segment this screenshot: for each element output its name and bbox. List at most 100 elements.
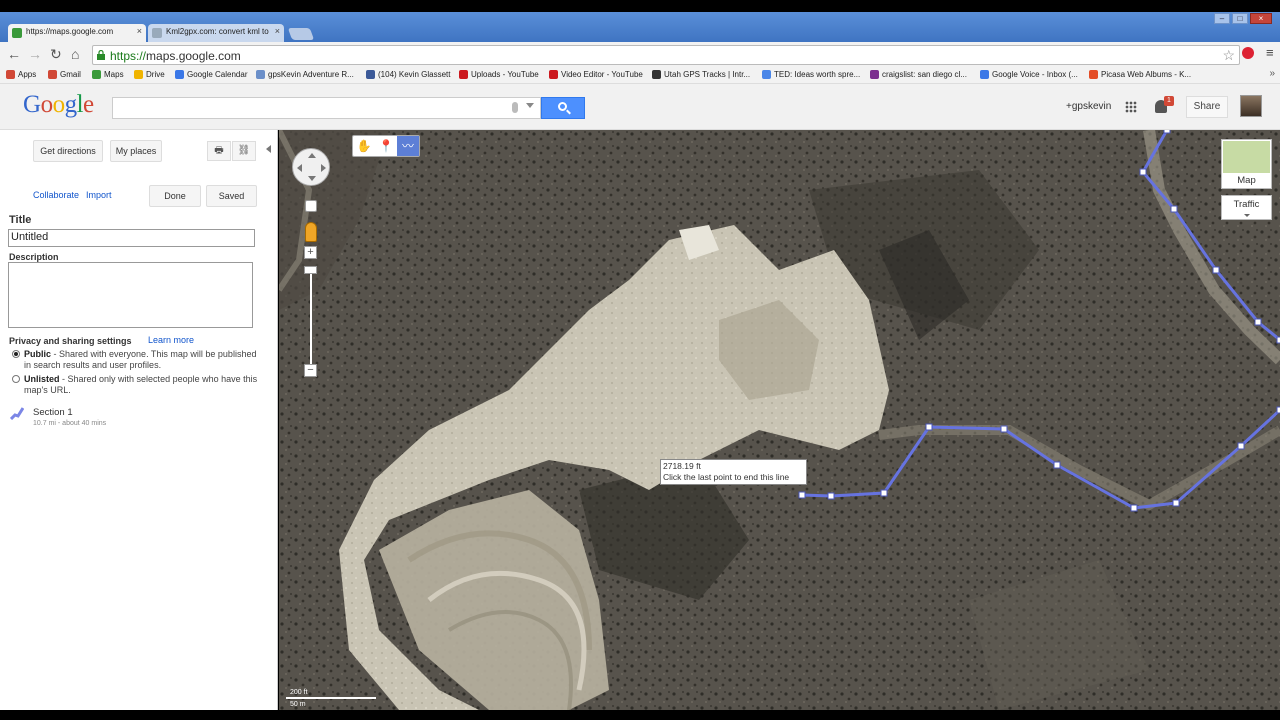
route-vertex	[1053, 461, 1061, 469]
saved-button[interactable]: Saved	[206, 185, 257, 207]
tab-close-icon[interactable]: ×	[137, 26, 142, 36]
close-window-button[interactable]: ×	[1250, 13, 1272, 24]
bookmark-item[interactable]: TED: Ideas worth spre...	[762, 70, 860, 79]
bookmark-item[interactable]: (104) Kevin Glassett	[366, 70, 450, 79]
tab-label: Kml2gpx.com: convert kml to	[166, 27, 269, 36]
link-icon[interactable]: ⛓	[232, 141, 256, 161]
bookmark-item[interactable]: Drive	[134, 70, 165, 79]
get-directions-button[interactable]: Get directions	[33, 140, 103, 162]
title-input[interactable]: Untitled	[8, 229, 255, 247]
map-thumbnail	[1223, 141, 1270, 173]
unlisted-option-text: Unlisted - Shared only with selected peo…	[24, 374, 258, 395]
pan-up-icon[interactable]	[308, 153, 316, 158]
bookmark-item[interactable]: Utah GPS Tracks | Intr...	[652, 70, 750, 79]
zoom-in-button[interactable]: +	[304, 246, 317, 259]
route-vertex	[925, 423, 933, 431]
pan-down-icon[interactable]	[308, 176, 316, 181]
import-link[interactable]: Import	[86, 190, 112, 200]
done-button[interactable]: Done	[149, 185, 201, 207]
google-logo[interactable]: Google	[23, 91, 94, 119]
pegman-icon[interactable]	[305, 222, 317, 242]
minimize-button[interactable]: –	[1214, 13, 1230, 24]
bookmark-item[interactable]: Picasa Web Albums - K...	[1089, 70, 1191, 79]
search-input[interactable]	[112, 97, 541, 119]
bookmark-label: Apps	[18, 70, 37, 79]
tooltip-distance: 2718.19 ft	[663, 461, 701, 471]
title-label: Title	[9, 214, 32, 226]
tab-label: https://maps.google.com	[26, 27, 114, 36]
section-distance: 10.7 mi - about 40 mins	[33, 420, 107, 427]
section-name[interactable]: Section 1	[33, 407, 73, 418]
tab-kml2gpx[interactable]: Kml2gpx.com: convert kml to ×	[148, 24, 284, 42]
my-maps-panel: Get directions My places 🖶 ⛓ Collaborate…	[0, 130, 278, 710]
avatar[interactable]	[1240, 95, 1262, 117]
collapse-panel-icon[interactable]	[266, 145, 271, 153]
address-bar[interactable]: https://maps.google.com ☆	[92, 45, 1240, 65]
bookmarks-more-icon[interactable]: »	[1269, 68, 1275, 79]
add-placemark-icon[interactable]: 📍	[375, 136, 397, 156]
bookmark-item[interactable]: Google Voice - Inbox (...	[980, 70, 1078, 79]
description-label: Description	[9, 252, 59, 262]
search-button[interactable]	[541, 97, 585, 119]
map-type-label: Map	[1237, 175, 1256, 186]
bookmark-favicon-icon	[48, 70, 57, 79]
bookmark-item[interactable]: Video Editor - YouTube	[549, 70, 643, 79]
description-textarea[interactable]	[8, 262, 253, 328]
measure-tooltip: 2718.19 ft Click the last point to end t…	[660, 459, 807, 485]
forward-arrow-icon[interactable]: →	[28, 47, 42, 61]
tooltip-hint: Click the last point to end this line	[663, 472, 790, 482]
route-vertex	[1170, 205, 1178, 213]
maximize-button[interactable]: □	[1232, 13, 1248, 24]
bookmark-label: Google Voice - Inbox (...	[992, 70, 1078, 79]
bookmark-label: Maps	[104, 70, 124, 79]
public-radio[interactable]	[12, 350, 20, 358]
screen: https://maps.google.com × Kml2gpx.com: c…	[0, 0, 1280, 720]
search-options-caret-icon[interactable]	[526, 103, 534, 108]
map-type-button[interactable]: Map	[1221, 139, 1272, 189]
window-controls: – □ ×	[1214, 13, 1272, 24]
hand-pan-icon[interactable]: ✋	[353, 136, 375, 156]
chrome-menu-icon[interactable]: ≡	[1266, 46, 1277, 59]
reload-icon[interactable]: ↻	[50, 47, 62, 61]
print-icon[interactable]: 🖶	[207, 141, 231, 161]
url-text: https://maps.google.com	[110, 49, 241, 63]
apps-grid-icon[interactable]	[1125, 101, 1137, 113]
pan-right-icon[interactable]	[321, 164, 326, 172]
my-places-button[interactable]: My places	[110, 140, 162, 162]
bookmark-item[interactable]: gpsKevin Adventure R...	[256, 70, 354, 79]
collaborate-link[interactable]: Collaborate	[33, 190, 79, 200]
share-button[interactable]: Share	[1186, 96, 1228, 118]
microphone-icon[interactable]	[512, 102, 518, 113]
zoom-slider-handle[interactable]	[304, 266, 317, 274]
new-tab-button[interactable]	[287, 28, 315, 40]
user-link[interactable]: +gpskevin	[1066, 101, 1111, 112]
unlisted-radio[interactable]	[12, 375, 20, 383]
notification-count-badge: 1	[1164, 96, 1174, 106]
bookmark-item[interactable]: Apps	[6, 70, 36, 79]
bookmark-favicon-icon	[256, 70, 265, 79]
tab-maps[interactable]: https://maps.google.com ×	[8, 24, 146, 42]
tab-close-icon[interactable]: ×	[275, 26, 280, 36]
back-arrow-icon[interactable]: ←	[7, 47, 21, 61]
locate-icon[interactable]	[305, 200, 317, 212]
draw-line-icon[interactable]: 〰	[397, 136, 419, 156]
bookmark-item[interactable]: Google Calendar	[175, 70, 247, 79]
pan-left-icon[interactable]	[297, 164, 302, 172]
bookmark-item[interactable]: craigslist: san diego cl...	[870, 70, 967, 79]
bookmark-item[interactable]: Gmail	[48, 70, 81, 79]
zoom-out-button[interactable]: −	[304, 364, 317, 377]
bookmark-item[interactable]: Uploads - YouTube	[459, 70, 539, 79]
bookmark-label: Uploads - YouTube	[471, 70, 539, 79]
pan-control[interactable]	[292, 148, 330, 186]
zoom-slider-track[interactable]	[310, 268, 312, 368]
learn-more-link[interactable]: Learn more	[148, 335, 194, 345]
traffic-layer-button[interactable]: Traffic	[1221, 195, 1272, 220]
bookmark-item[interactable]: Maps	[92, 70, 124, 79]
scale-meters: 50 m	[290, 701, 306, 708]
home-icon[interactable]: ⌂	[71, 47, 79, 61]
bookmark-star-icon[interactable]: ☆	[1222, 47, 1235, 64]
bookmark-label: Video Editor - YouTube	[561, 70, 643, 79]
extension-icon[interactable]	[1242, 47, 1254, 59]
route-vertex	[1254, 318, 1262, 326]
map-canvas[interactable]: ✋ 📍 〰 + − Map Traffic 2718.19 ft Click t…	[279, 130, 1280, 710]
